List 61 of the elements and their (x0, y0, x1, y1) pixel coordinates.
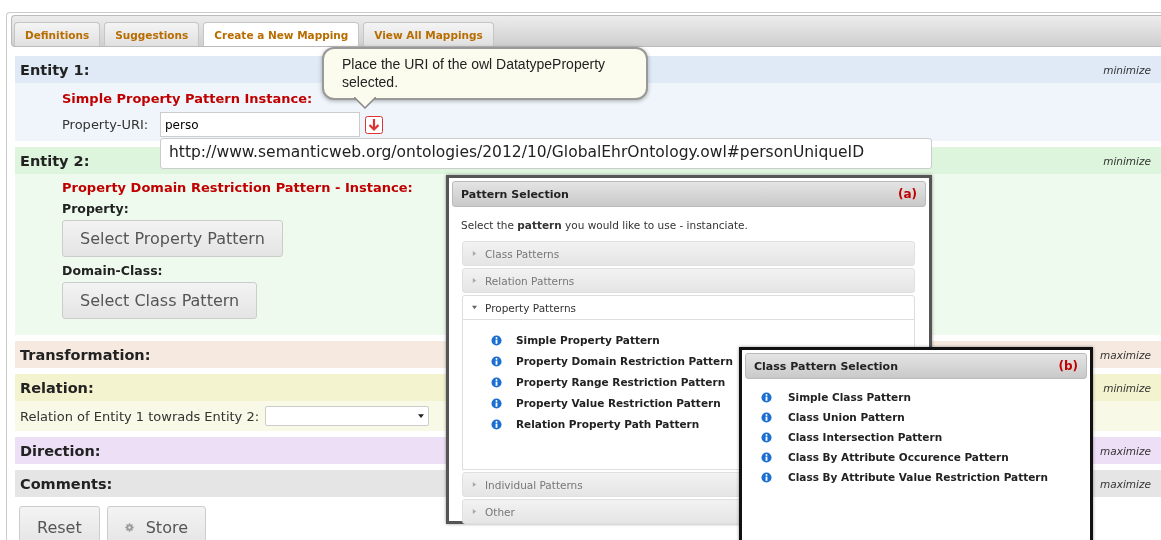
section-title: Relation: (20, 379, 94, 396)
autocomplete-suggestion[interactable]: http://www.semanticweb.org/ontologies/2012/10/GlobalEhrOntology.owl#personUniqueID (160, 138, 932, 169)
info-icon[interactable] (761, 451, 772, 463)
pattern-title: Simple Property Pattern Instance: (62, 91, 313, 106)
accordion-header[interactable]: Class Patterns (462, 241, 915, 266)
field-label: Property-URI: (62, 117, 150, 132)
field-label: Property: (62, 201, 130, 216)
section-title: Entity 1: (20, 61, 90, 78)
toggle-link[interactable]: maximize (1100, 348, 1151, 361)
toggle-link[interactable]: maximize (1100, 477, 1151, 490)
section-title: Direction: (20, 442, 101, 459)
section-title: Transformation: (20, 346, 151, 363)
info-icon[interactable] (761, 391, 772, 403)
pattern-option[interactable]: Property Value Restriction Pattern (516, 397, 721, 409)
toggle-link[interactable]: minimize (1103, 63, 1151, 76)
dialog-marker: (a) (897, 187, 917, 201)
field-label: Domain-Class: (62, 263, 164, 278)
uri-input-field[interactable]: perso (160, 112, 360, 137)
form-button[interactable]: Reset (19, 506, 100, 540)
accordion-header[interactable]: Relation Patterns (462, 268, 915, 293)
accordion-header[interactable]: Property Patterns (462, 295, 915, 320)
tab[interactable]: Create a New Mapping (203, 22, 360, 46)
info-icon[interactable] (491, 418, 502, 430)
pattern-option[interactable]: Class By Attribute Occurence Pattern (788, 451, 1009, 463)
right-triangle-icon (472, 251, 477, 256)
toggle-link[interactable]: minimize (1103, 381, 1151, 394)
dialog-marker: (b) (1058, 359, 1078, 373)
right-triangle-icon (472, 482, 477, 487)
right-triangle-icon (472, 278, 477, 283)
pattern-option[interactable]: Property Domain Restriction Pattern (516, 355, 733, 367)
right-triangle-icon (472, 509, 477, 514)
down-triangle-icon (472, 305, 477, 310)
info-icon[interactable] (491, 355, 502, 367)
pattern-title: Property Domain Restriction Pattern - Instance: (62, 180, 413, 195)
info-icon[interactable] (761, 431, 772, 443)
toggle-link[interactable]: maximize (1100, 444, 1151, 457)
pattern-option[interactable]: Class Union Pattern (788, 411, 905, 423)
down-arrow-icon[interactable] (365, 115, 383, 134)
caret-icon (418, 414, 425, 418)
dialog-title: Class Pattern Selection (754, 359, 898, 373)
select-pattern-button[interactable]: Select Class Pattern (62, 282, 258, 319)
section-title: Comments: (20, 475, 113, 492)
pattern-option[interactable]: Simple Class Pattern (788, 391, 911, 403)
form-button[interactable]: Store (106, 506, 206, 540)
info-icon[interactable] (491, 376, 502, 388)
toggle-link[interactable]: minimize (1103, 154, 1151, 167)
pattern-option[interactable]: Class Intersection Pattern (788, 431, 943, 443)
intro-text: Select the pattern you would like to use - instanciate. (461, 219, 749, 231)
info-icon[interactable] (761, 411, 772, 423)
dialog-title: Pattern Selection (461, 187, 569, 201)
info-icon[interactable] (761, 471, 772, 483)
pattern-option[interactable]: Relation Property Path Pattern (516, 418, 700, 430)
gear-icon (124, 522, 134, 532)
tooltip-pointer (354, 97, 376, 110)
section-title: Entity 2: (20, 152, 90, 169)
info-icon[interactable] (491, 397, 502, 409)
info-icon[interactable] (491, 334, 502, 346)
field-label: Relation of Entity 1 towrads Entity 2: (20, 408, 260, 424)
pattern-option[interactable]: Simple Property Pattern (516, 334, 660, 346)
select-pattern-button[interactable]: Select Property Pattern (62, 220, 283, 257)
pattern-option[interactable]: Property Range Restriction Pattern (516, 376, 726, 388)
